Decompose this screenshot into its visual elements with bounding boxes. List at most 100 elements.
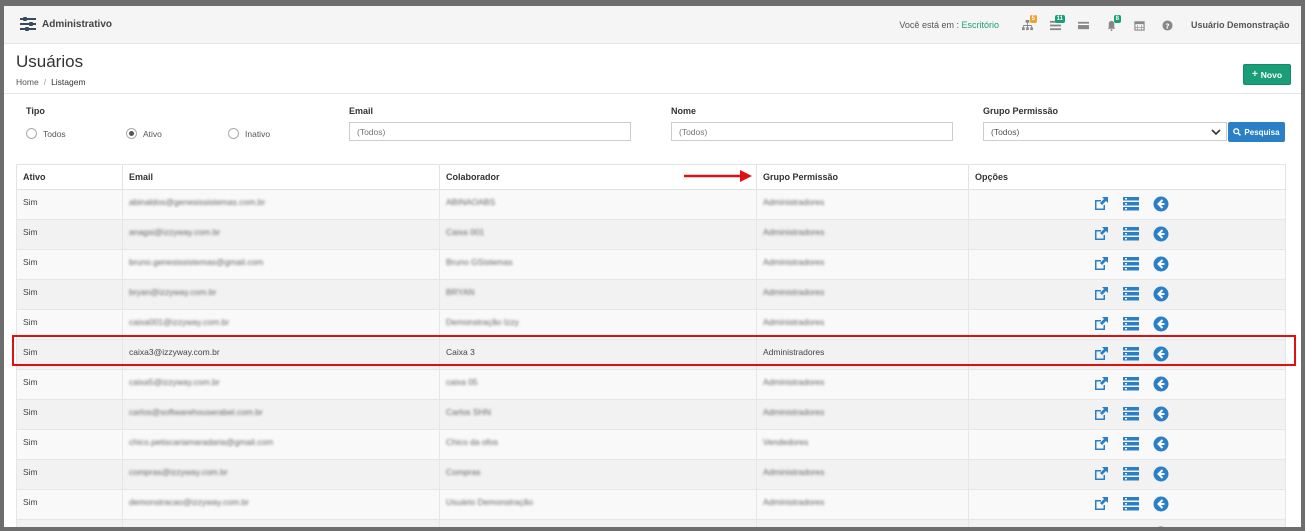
list-icon[interactable] xyxy=(1123,256,1139,272)
top-right-area: Você está em : Escritório 5 11 8 ? Usuár… xyxy=(899,6,1301,44)
back-arrow-icon[interactable] xyxy=(1153,196,1169,212)
location-value[interactable]: Escritório xyxy=(961,20,999,30)
open-external-icon[interactable] xyxy=(1093,286,1109,302)
table-row[interactable]: Sim demonstracao@izzyway.com.br Usuário De… xyxy=(16,489,1286,520)
cell-ativo: Sim xyxy=(16,189,123,220)
tasks-icon[interactable]: 11 xyxy=(1041,15,1069,35)
table-row[interactable]: Sim......Administradores xyxy=(16,519,1286,527)
cell-opcoes xyxy=(968,249,1286,280)
open-external-icon[interactable] xyxy=(1093,436,1109,452)
cell-colaborador-text: Bruno GSistemas xyxy=(446,257,513,267)
list-icon[interactable] xyxy=(1123,376,1139,392)
cell-colaborador-text: Carlos SHN xyxy=(446,407,491,417)
search-button[interactable]: Pesquisa xyxy=(1228,122,1285,142)
list-icon[interactable] xyxy=(1123,346,1139,362)
cell-grupo-text: Administradores xyxy=(763,197,825,207)
radio-todos[interactable]: Todos xyxy=(26,128,66,139)
cell-opcoes xyxy=(968,339,1286,370)
radio-todos-circle[interactable] xyxy=(26,128,37,139)
radio-ativo[interactable]: Ativo xyxy=(126,128,162,139)
back-arrow-icon[interactable] xyxy=(1153,346,1169,362)
back-arrow-icon[interactable] xyxy=(1153,226,1169,242)
list-icon[interactable] xyxy=(1123,226,1139,242)
back-arrow-icon[interactable] xyxy=(1153,466,1169,482)
list-icon[interactable] xyxy=(1123,316,1139,332)
users-table: Ativo Email Colaborador Grupo Permissão … xyxy=(16,164,1286,527)
open-external-icon[interactable] xyxy=(1093,526,1109,527)
nome-input[interactable] xyxy=(671,122,953,141)
breadcrumb-home[interactable]: Home xyxy=(16,77,39,87)
list-icon[interactable] xyxy=(1123,466,1139,482)
table-row[interactable]: Sim compras@izzyway.com.br Compras Administ… xyxy=(16,459,1286,490)
sitemap-icon[interactable]: 5 xyxy=(1013,15,1041,35)
open-external-icon[interactable] xyxy=(1093,496,1109,512)
cell-colaborador: ABINAOABS xyxy=(439,189,757,220)
grupo-select[interactable]: (Todos) xyxy=(983,122,1227,141)
cell-grupo: Administradores xyxy=(756,399,969,430)
table-row[interactable]: Sim caixa001@izzyway.com.br Demonstração I… xyxy=(16,309,1286,340)
cell-email: anagsi@izzyway.com.br xyxy=(122,219,440,250)
cell-ativo: Sim xyxy=(16,339,123,370)
cell-opcoes xyxy=(968,369,1286,400)
back-arrow-icon[interactable] xyxy=(1153,436,1169,452)
col-ativo[interactable]: Ativo xyxy=(16,164,123,190)
back-arrow-icon[interactable] xyxy=(1153,376,1169,392)
row-actions xyxy=(975,376,1279,392)
open-external-icon[interactable] xyxy=(1093,346,1109,362)
cell-colaborador: Chico da ofos xyxy=(439,429,757,460)
open-external-icon[interactable] xyxy=(1093,406,1109,422)
open-external-icon[interactable] xyxy=(1093,376,1109,392)
table-row[interactable]: Sim carlos@softwarehouserabel.com.br Carlo… xyxy=(16,399,1286,430)
help-icon[interactable]: ? xyxy=(1153,15,1181,35)
list-icon[interactable] xyxy=(1123,406,1139,422)
cell-grupo-text: Administradores xyxy=(763,317,825,327)
cell-email: compras@izzyway.com.br xyxy=(122,459,440,490)
table-row[interactable]: Sim caixa5@izzyway.com.br caixa 05 Administ… xyxy=(16,369,1286,400)
open-external-icon[interactable] xyxy=(1093,256,1109,272)
list-icon[interactable] xyxy=(1123,196,1139,212)
cell-email: abinaldos@genesissistemas.com.br xyxy=(122,189,440,220)
row-actions xyxy=(975,346,1279,362)
back-arrow-icon[interactable] xyxy=(1153,256,1169,272)
list-icon[interactable] xyxy=(1123,526,1139,527)
list-icon[interactable] xyxy=(1123,496,1139,512)
cell-email-text: carlos@softwarehouserabel.com.br xyxy=(129,407,263,417)
table-row[interactable]: Sim caixa3@izzyway.com.br Caixa 3 Administr… xyxy=(16,339,1286,370)
back-arrow-icon[interactable] xyxy=(1153,496,1169,512)
open-external-icon[interactable] xyxy=(1093,226,1109,242)
open-external-icon[interactable] xyxy=(1093,316,1109,332)
cell-colaborador-text: Caixa 3 xyxy=(446,347,475,357)
sitemap-badge: 5 xyxy=(1029,15,1037,23)
list-icon[interactable] xyxy=(1123,436,1139,452)
open-external-icon[interactable] xyxy=(1093,196,1109,212)
back-arrow-icon[interactable] xyxy=(1153,316,1169,332)
cell-opcoes xyxy=(968,519,1286,527)
calendar-icon[interactable] xyxy=(1125,15,1153,35)
brand[interactable]: Administrativo xyxy=(20,16,112,32)
table-row[interactable]: Sim bryan@izzyway.com.br BRYAN Administrado… xyxy=(16,279,1286,310)
col-grupo[interactable]: Grupo Permissão xyxy=(756,164,969,190)
col-email[interactable]: Email xyxy=(122,164,440,190)
new-button[interactable]: + Novo xyxy=(1243,64,1291,85)
open-external-icon[interactable] xyxy=(1093,466,1109,482)
bell-icon[interactable]: 8 xyxy=(1097,15,1125,35)
back-arrow-icon[interactable] xyxy=(1153,286,1169,302)
table-row[interactable]: Sim anagsi@izzyway.com.br Caixa 001 Adminis… xyxy=(16,219,1286,250)
table-row[interactable]: Sim abinaldos@genesissistemas.com.br ABINA… xyxy=(16,189,1286,220)
radio-ativo-circle[interactable] xyxy=(126,128,137,139)
row-actions xyxy=(975,286,1279,302)
email-input[interactable] xyxy=(349,122,631,141)
card-icon[interactable] xyxy=(1069,15,1097,35)
radio-inativo-circle[interactable] xyxy=(228,128,239,139)
cell-email: caixa3@izzyway.com.br xyxy=(122,339,440,370)
table-row[interactable]: Sim bruno.genesissistemas@gmail.com Bruno … xyxy=(16,249,1286,280)
radio-inativo[interactable]: Inativo xyxy=(228,128,270,139)
table-row[interactable]: Sim chico.petiscariamaradaria@gmail.com Ch… xyxy=(16,429,1286,460)
list-icon[interactable] xyxy=(1123,286,1139,302)
back-arrow-icon[interactable] xyxy=(1153,526,1169,527)
user-menu[interactable]: Usuário Demonstração xyxy=(1191,20,1301,30)
back-arrow-icon[interactable] xyxy=(1153,406,1169,422)
cell-colaborador: ... xyxy=(439,519,757,527)
cell-colaborador-text: Usuário Demonstração xyxy=(446,497,533,507)
grupo-select-value: (Todos) xyxy=(991,126,1020,137)
